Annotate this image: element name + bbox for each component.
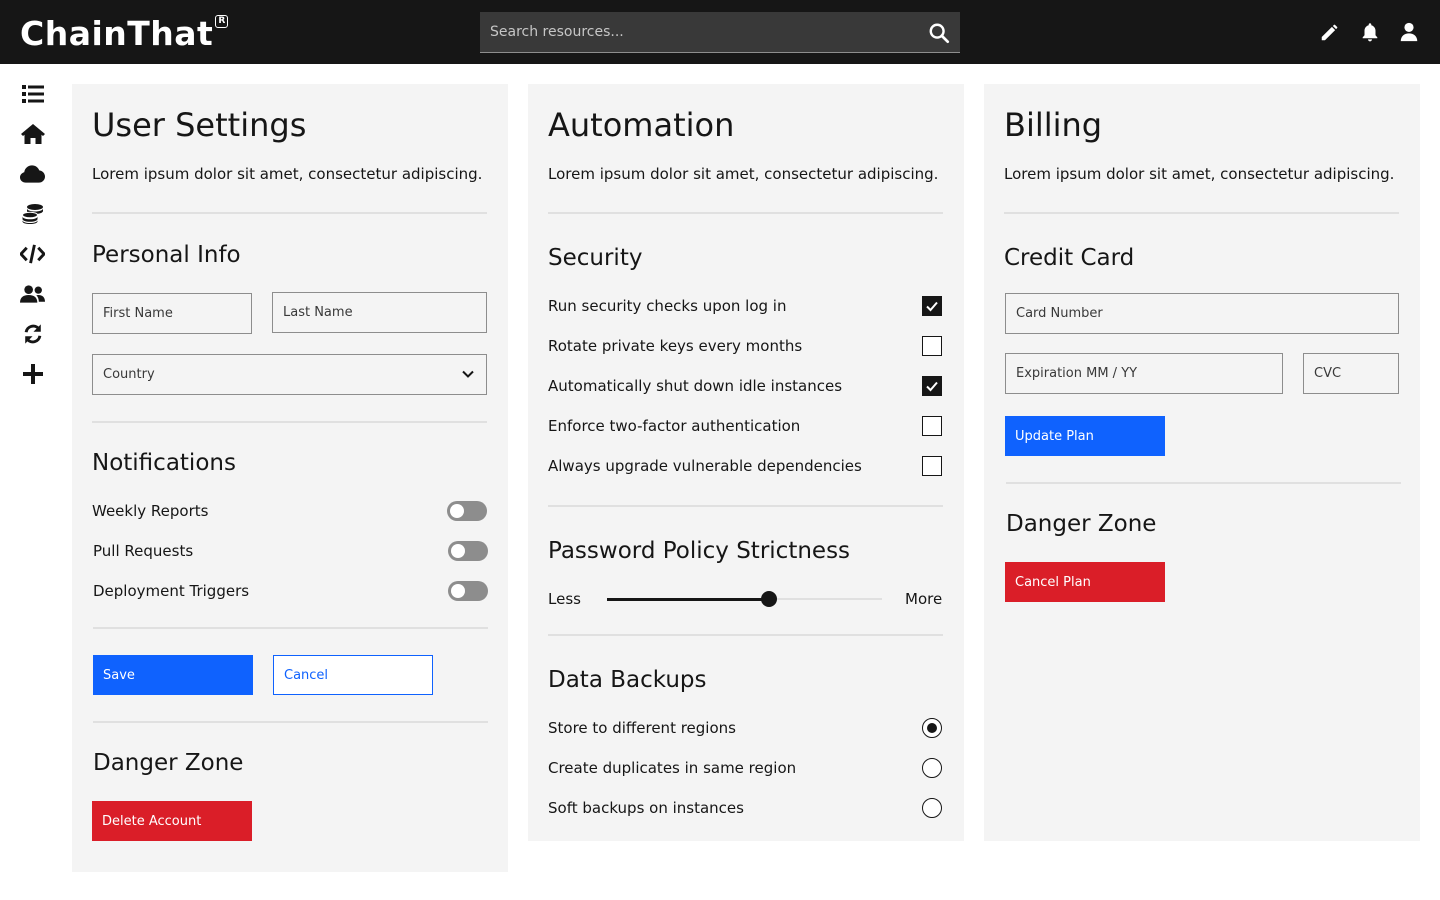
panel-description: Lorem ipsum dolor sit amet, consectetur … bbox=[548, 165, 939, 183]
pencil-icon[interactable] bbox=[1319, 21, 1341, 43]
expiration-field[interactable]: Expiration MM / YY bbox=[1005, 353, 1283, 394]
first-name-placeholder: First Name bbox=[103, 306, 173, 321]
coins-icon[interactable] bbox=[20, 203, 45, 225]
delete-account-button[interactable]: Delete Account bbox=[92, 801, 252, 841]
toggle-knob bbox=[450, 504, 464, 518]
side-nav bbox=[0, 64, 64, 900]
security-option-label: Automatically shut down idle instances bbox=[548, 377, 843, 395]
search-bar bbox=[480, 12, 960, 53]
data-backups-heading: Data Backups bbox=[548, 667, 707, 693]
danger-zone-heading: Danger Zone bbox=[93, 750, 244, 776]
pull-requests-toggle[interactable] bbox=[448, 541, 488, 561]
home-icon[interactable] bbox=[20, 123, 45, 145]
divider bbox=[548, 634, 943, 636]
security-option-label: Rotate private keys every months bbox=[548, 337, 803, 355]
cloud-icon[interactable] bbox=[20, 163, 45, 185]
backup-radio[interactable] bbox=[922, 758, 942, 778]
divider bbox=[548, 212, 943, 214]
last-name-placeholder: Last Name bbox=[283, 305, 353, 320]
registered-mark: R bbox=[215, 15, 229, 28]
credit-card-heading: Credit Card bbox=[1004, 245, 1135, 271]
country-placeholder: Country bbox=[103, 367, 155, 382]
chevron-down-icon bbox=[462, 370, 474, 378]
slider-thumb[interactable] bbox=[761, 591, 777, 607]
password-policy-heading: Password Policy Strictness bbox=[548, 538, 851, 564]
divider bbox=[1004, 212, 1399, 214]
save-button[interactable]: Save bbox=[93, 655, 253, 695]
notifications-heading: Notifications bbox=[92, 450, 236, 476]
backup-option-label: Soft backups on instances bbox=[548, 799, 744, 817]
checkmark-icon bbox=[926, 381, 938, 392]
notification-label: Pull Requests bbox=[93, 542, 194, 560]
security-option-label: Run security checks upon log in bbox=[548, 297, 787, 315]
page-title: Billing bbox=[1004, 106, 1103, 144]
security-checkbox[interactable] bbox=[922, 376, 942, 396]
cvc-placeholder: CVC bbox=[1314, 366, 1342, 381]
security-option-label: Always upgrade vulnerable dependencies bbox=[548, 457, 862, 475]
divider bbox=[93, 721, 488, 723]
backup-radio[interactable] bbox=[922, 798, 942, 818]
deployment-triggers-toggle[interactable] bbox=[448, 581, 488, 601]
search-input[interactable] bbox=[480, 12, 920, 52]
country-select[interactable]: Country bbox=[92, 354, 487, 395]
logo-text: ChainThat bbox=[20, 14, 214, 53]
divider bbox=[548, 505, 943, 507]
security-checkbox[interactable] bbox=[922, 336, 942, 356]
users-icon[interactable] bbox=[20, 283, 45, 305]
backup-option-label: Store to different regions bbox=[548, 719, 736, 737]
user-settings-panel: User Settings Lorem ipsum dolor sit amet… bbox=[72, 84, 508, 872]
weekly-reports-toggle[interactable] bbox=[447, 501, 487, 521]
user-icon[interactable] bbox=[1398, 21, 1420, 43]
search-icon[interactable] bbox=[928, 22, 950, 44]
personal-info-heading: Personal Info bbox=[92, 242, 241, 268]
automation-panel: Automation Lorem ipsum dolor sit amet, c… bbox=[528, 84, 964, 841]
security-option-label: Enforce two-factor authentication bbox=[548, 417, 801, 435]
checkmark-icon bbox=[926, 301, 938, 312]
slider-fill bbox=[607, 597, 769, 601]
plus-icon[interactable] bbox=[20, 363, 45, 385]
expiration-placeholder: Expiration MM / YY bbox=[1016, 366, 1138, 381]
slider-max-label: More bbox=[905, 590, 943, 608]
page-title: Automation bbox=[548, 106, 735, 144]
toggle-knob bbox=[451, 544, 465, 558]
security-checkbox[interactable] bbox=[922, 456, 942, 476]
notification-label: Weekly Reports bbox=[92, 502, 209, 520]
panel-description: Lorem ipsum dolor sit amet, consectetur … bbox=[92, 165, 483, 183]
notification-label: Deployment Triggers bbox=[93, 582, 250, 600]
slider-min-label: Less bbox=[548, 590, 581, 608]
security-heading: Security bbox=[548, 245, 643, 271]
bell-icon[interactable] bbox=[1359, 21, 1381, 43]
divider bbox=[92, 212, 487, 214]
chainthat-logo[interactable]: ChainThat R bbox=[20, 14, 229, 54]
divider bbox=[92, 421, 487, 423]
backup-radio[interactable] bbox=[922, 718, 942, 738]
top-bar: ChainThat R bbox=[0, 0, 1440, 64]
last-name-field[interactable]: Last Name bbox=[272, 292, 487, 333]
toggle-knob bbox=[451, 584, 465, 598]
page-title: User Settings bbox=[92, 106, 307, 144]
card-number-placeholder: Card Number bbox=[1016, 306, 1103, 321]
divider bbox=[93, 627, 488, 629]
card-number-field[interactable]: Card Number bbox=[1005, 293, 1399, 334]
first-name-field[interactable]: First Name bbox=[92, 293, 252, 334]
backup-option-label: Create duplicates in same region bbox=[548, 759, 797, 777]
security-checkbox[interactable] bbox=[922, 416, 942, 436]
cancel-button[interactable]: Cancel bbox=[273, 655, 433, 695]
sync-icon[interactable] bbox=[20, 323, 45, 345]
security-checkbox[interactable] bbox=[922, 296, 942, 316]
danger-zone-heading: Danger Zone bbox=[1006, 511, 1157, 537]
update-plan-button[interactable]: Update Plan bbox=[1005, 416, 1165, 456]
billing-panel: Billing Lorem ipsum dolor sit amet, cons… bbox=[984, 84, 1420, 841]
list-icon[interactable] bbox=[20, 83, 45, 105]
strictness-slider[interactable] bbox=[607, 590, 882, 608]
panel-description: Lorem ipsum dolor sit amet, consectetur … bbox=[1004, 165, 1395, 183]
divider bbox=[1006, 482, 1401, 484]
cvc-field[interactable]: CVC bbox=[1303, 353, 1399, 394]
code-icon[interactable] bbox=[20, 243, 45, 265]
cancel-plan-button[interactable]: Cancel Plan bbox=[1005, 562, 1165, 602]
